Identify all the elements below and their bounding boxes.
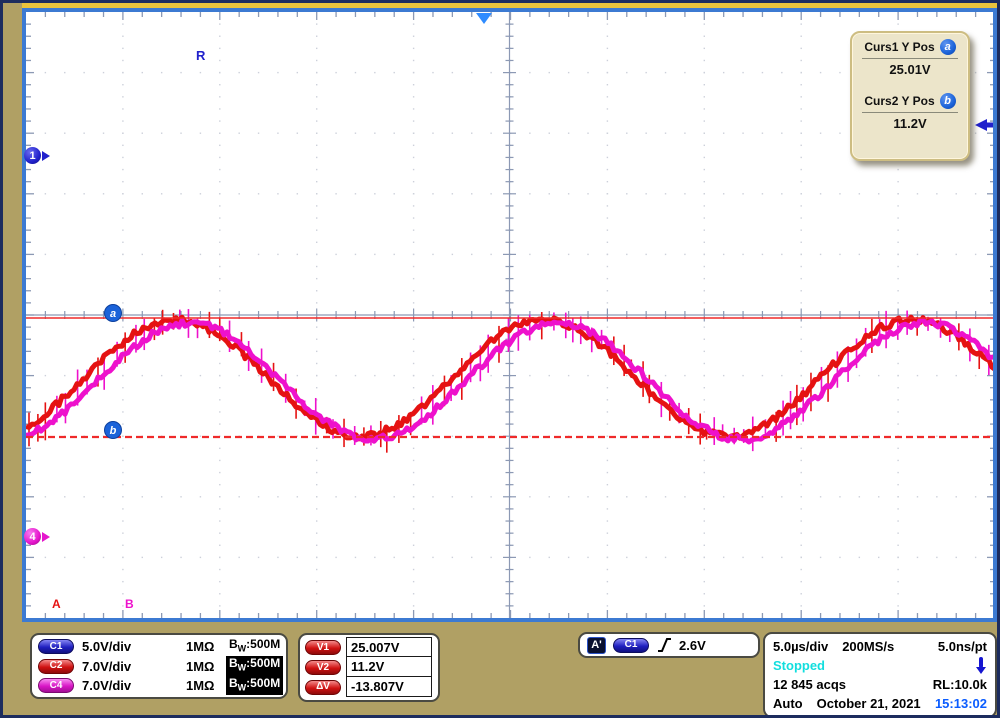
channel-scale: 7.0V/div xyxy=(82,659,186,674)
marker-a-label: A xyxy=(52,597,61,611)
sample-resolution: 5.0ns/pt xyxy=(938,639,987,654)
cursor-a-handle[interactable]: a xyxy=(105,305,122,322)
channel-readout-row-c2[interactable]: C2 7.0V/div1MΩBW:500M xyxy=(38,656,280,675)
channel-bandwidth: BW:500M xyxy=(226,637,283,656)
trigger-source-pill: C1 xyxy=(613,638,649,653)
acquisition-count: 12 845 acqs xyxy=(773,677,846,692)
date-label: October 21, 2021 xyxy=(817,696,921,711)
cursor-b-badge-icon: b xyxy=(940,93,956,109)
channel1-marker-label: 1 xyxy=(24,147,41,164)
svg-text:a: a xyxy=(110,308,116,320)
divider xyxy=(862,112,958,113)
cursor-a-badge-icon: a xyxy=(940,39,956,55)
divider xyxy=(862,58,958,59)
channel-bandwidth: BW:500M xyxy=(226,656,283,675)
timebase-scale: 5.0µs/div xyxy=(773,639,828,654)
measurement-value: -13.807V xyxy=(346,676,432,697)
trigger-a-badge: A' xyxy=(587,637,606,654)
channel-readouts[interactable]: C15.0V/div1MΩBW:500MC27.0V/div1MΩBW:500M… xyxy=(30,633,288,699)
display-area: a b R A B 1 4 Curs1 Y Pos a 25.01V Curs2 Y P… xyxy=(22,3,997,622)
horizontal-readout[interactable]: 5.0µs/div 200MS/s 5.0ns/pt Stopped 12 84… xyxy=(763,632,997,718)
cursor-measurements[interactable]: V1 25.007V V2 11.2V ΔV -13.807V xyxy=(298,633,440,702)
time-label: 15:13:02 xyxy=(935,696,987,711)
measurement-row-v2: V2 11.2V xyxy=(305,658,433,678)
readout-bar: C15.0V/div1MΩBW:500MC27.0V/div1MΩBW:500M… xyxy=(3,622,997,715)
measurement-value: 25.007V xyxy=(346,637,432,658)
channel1-marker-arrow-icon xyxy=(42,151,50,161)
channel2-trace xyxy=(26,317,995,439)
measurement-row-v1: V1 25.007V xyxy=(305,638,433,658)
measurement-pill: ΔV xyxy=(305,680,341,695)
trigger-position-marker[interactable] xyxy=(476,13,492,24)
c2-pill[interactable]: C2 xyxy=(38,659,74,674)
measurement-pill: V1 xyxy=(305,640,341,655)
channel-impedance: 1MΩ xyxy=(186,678,226,693)
channel-readout-row-c1[interactable]: C1 5.0V/div1MΩBW:500M xyxy=(38,637,280,656)
measurement-pill: V2 xyxy=(305,660,341,675)
channel-impedance: 1MΩ xyxy=(186,639,226,654)
trigger-level-value: 2.6V xyxy=(679,638,706,653)
rising-edge-icon xyxy=(656,636,672,654)
channel-scale: 7.0V/div xyxy=(82,678,186,693)
reference-marker-label: R xyxy=(196,48,206,63)
cursor1-label: Curs1 Y Pos xyxy=(864,40,934,54)
oscilloscope-screen: a b R A B 1 4 Curs1 Y Pos a 25.01V Curs2 Y P… xyxy=(0,0,1000,718)
channel-scale: 5.0V/div xyxy=(82,639,186,654)
marker-b-label: B xyxy=(125,597,134,611)
cursor2-value: 11.2V xyxy=(860,116,960,133)
c4-pill[interactable]: C4 xyxy=(38,678,74,693)
svg-text:b: b xyxy=(110,425,117,437)
record-length: RL:10.0k xyxy=(933,677,987,692)
measurement-value: 11.2V xyxy=(346,656,432,677)
channel-bandwidth: BW:500M xyxy=(226,676,283,695)
channel4-position-marker[interactable]: 4 xyxy=(24,528,50,545)
cursor-b-handle[interactable]: b xyxy=(105,422,122,439)
trigger-mode: Auto xyxy=(773,696,803,711)
cursor-readout-panel[interactable]: Curs1 Y Pos a 25.01V Curs2 Y Pos b 11.2V xyxy=(850,31,970,161)
acquisition-status: Stopped xyxy=(773,658,825,673)
measurement-row-δv: ΔV -13.807V xyxy=(305,677,433,697)
channel-impedance: 1MΩ xyxy=(186,659,226,674)
channel-readout-row-c4[interactable]: C4 7.0V/div1MΩBW:500M xyxy=(38,676,280,695)
cursor1-value: 25.01V xyxy=(860,62,960,79)
cursor2-label: Curs2 Y Pos xyxy=(864,94,934,108)
trigger-indicator-icon xyxy=(975,656,987,675)
channel4-marker-arrow-icon xyxy=(42,532,50,542)
channel1-position-marker[interactable]: 1 xyxy=(24,147,50,164)
trigger-readout[interactable]: A' C1 2.6V xyxy=(578,632,760,658)
channel4-marker-label: 4 xyxy=(24,528,41,545)
sample-rate: 200MS/s xyxy=(842,639,894,654)
c1-pill[interactable]: C1 xyxy=(38,639,74,654)
